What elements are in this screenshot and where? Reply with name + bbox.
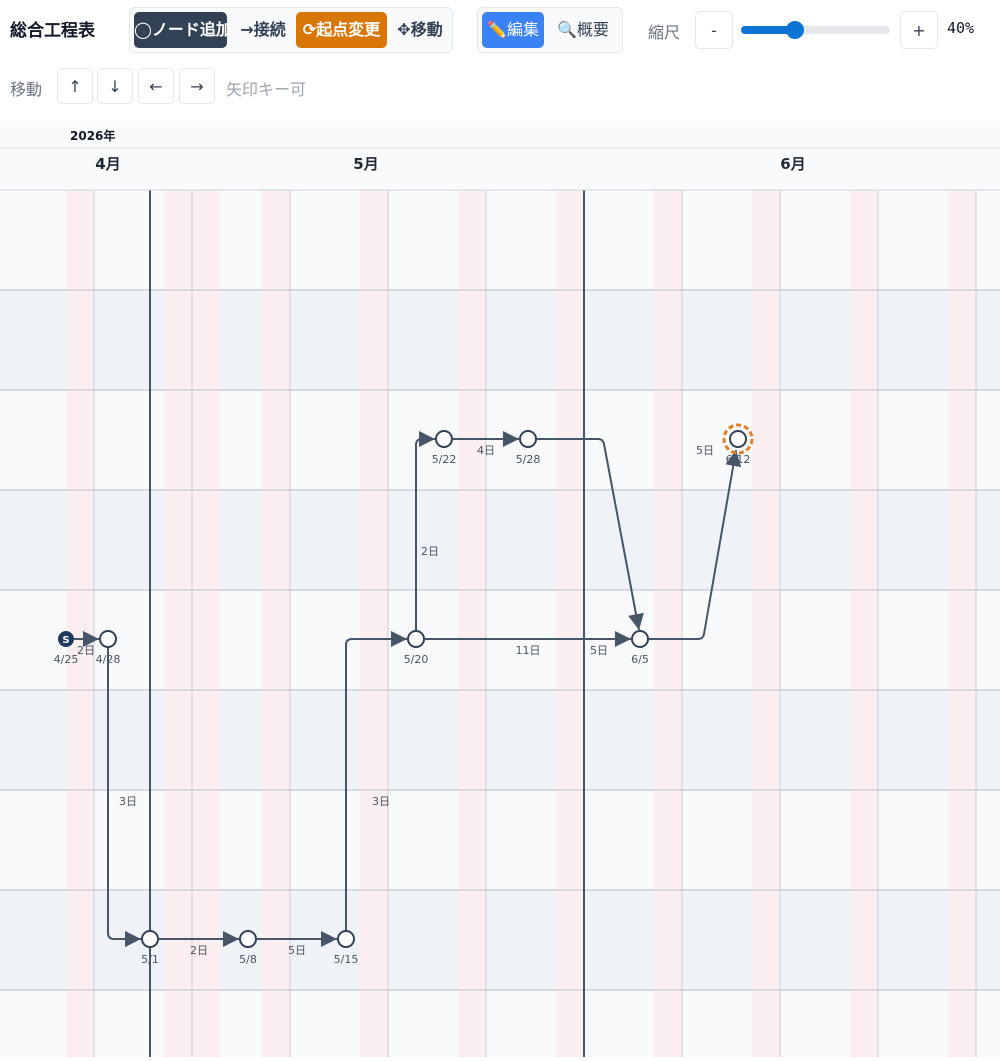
milestone-node: [435, 430, 453, 448]
milestone-node: [239, 930, 257, 948]
weekend-band: [360, 190, 388, 1060]
node-date-label: 6/12: [726, 453, 751, 466]
zoom-slider[interactable]: [741, 20, 890, 40]
milestone-node: [337, 930, 355, 948]
arrow-key-hint: 矢印キー可: [226, 80, 307, 99]
node-date-label: 5/1: [141, 953, 159, 966]
edge-duration-label: 4日: [477, 444, 495, 457]
move-left-button[interactable]: ←: [138, 68, 174, 104]
edit-button[interactable]: ✏️編集: [482, 12, 544, 48]
weekend-band: [654, 190, 682, 1060]
year-label: 2026年: [70, 128, 115, 143]
weekend-band: [164, 190, 192, 1060]
node-date-label: 5/28: [516, 453, 541, 466]
edge-duration-label: 2日: [421, 545, 439, 558]
edge-duration-label: 5日: [696, 444, 714, 457]
weekend-band: [192, 190, 220, 1060]
edge-duration-label: 2日: [190, 944, 208, 957]
milestone-node: [519, 430, 537, 448]
milestone-node: [407, 630, 425, 648]
weekend-band: [948, 190, 976, 1060]
node-date-label: 4/25: [54, 653, 79, 666]
network-diagram[interactable]: 2026年 4月 5月 6月 2日 3日 2日 5日 3日 2日 4日 11日 5日 5日 S 4/25 4…: [0, 121, 1000, 1061]
overview-button[interactable]: 🔍概要: [550, 12, 616, 48]
milestone-node: [141, 930, 159, 948]
zoom-slider-thumb[interactable]: [786, 21, 804, 39]
weekend-band: [850, 190, 878, 1060]
month-label: 6月: [780, 155, 805, 173]
start-node-badge: S: [62, 635, 69, 646]
zoom-in-button[interactable]: +: [900, 11, 938, 49]
milestone-node: [729, 430, 747, 448]
zoom-value: 40%: [947, 19, 975, 37]
edge-duration-label: 5日: [590, 644, 608, 657]
milestone-node: [631, 630, 649, 648]
timeline-header: [0, 121, 1000, 190]
weekend-band: [458, 190, 486, 1060]
toolbar: 総合工程表 ◯ノード追加 →接続 ⟳起点変更 ✥移動 ✏️編集 🔍概要 縮尺 -…: [0, 0, 1000, 122]
edge-duration-label: 11日: [516, 644, 541, 657]
edge-duration-label: 3日: [372, 795, 390, 808]
node-date-label: 4/28: [96, 653, 121, 666]
node-date-label: 5/15: [334, 953, 359, 966]
move-down-button[interactable]: ↓: [97, 68, 133, 104]
move-right-button[interactable]: →: [179, 68, 215, 104]
move-mode-button[interactable]: ✥移動: [391, 12, 449, 48]
node-date-label: 5/22: [432, 453, 457, 466]
zoom-out-button[interactable]: -: [695, 11, 733, 49]
schedule-canvas[interactable]: 2026年 4月 5月 6月 2日 3日 2日 5日 3日 2日 4日 11日 5日 5日 S 4/25 4…: [0, 121, 1000, 1061]
month-label: 4月: [95, 155, 120, 173]
edge-duration-label: 5日: [288, 944, 306, 957]
edge-duration-label: 3日: [119, 795, 137, 808]
tool-mode-group: ◯ノード追加 →接続 ⟳起点変更 ✥移動: [129, 7, 453, 53]
view-mode-group: ✏️編集 🔍概要: [477, 7, 623, 53]
milestone-node: [99, 630, 117, 648]
add-node-button[interactable]: ◯ノード追加: [134, 12, 232, 48]
node-date-label: 5/8: [239, 953, 257, 966]
move-label: 移動: [10, 80, 43, 99]
node-date-label: 6/5: [631, 653, 649, 666]
node-date-label: 5/20: [404, 653, 429, 666]
weekend-band: [66, 190, 94, 1060]
weekend-band: [752, 190, 780, 1060]
weekend-band: [262, 190, 290, 1060]
connect-button[interactable]: →接続: [232, 12, 294, 48]
move-up-button[interactable]: ↑: [57, 68, 93, 104]
edge-duration-label: 2日: [77, 644, 95, 657]
month-label: 5月: [353, 155, 378, 173]
scale-label: 縮尺: [648, 23, 681, 42]
change-start-button[interactable]: ⟳起点変更: [296, 12, 387, 48]
weekend-band: [556, 190, 584, 1060]
app-title: 総合工程表: [10, 21, 95, 41]
